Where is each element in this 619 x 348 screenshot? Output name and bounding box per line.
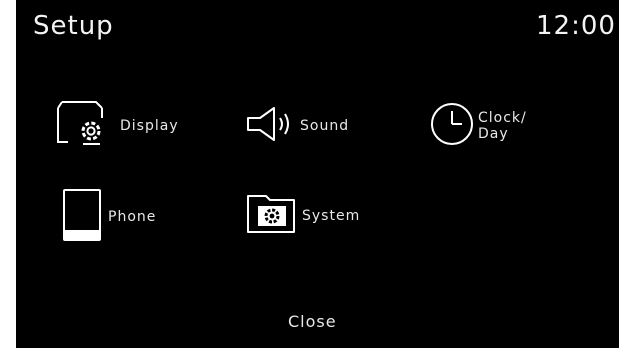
page-title: Setup: [33, 11, 114, 41]
menu-item-display[interactable]: Display: [54, 98, 179, 154]
menu-item-clock-day-label: Clock/ Day: [478, 109, 527, 142]
menu-item-sound[interactable]: Sound: [244, 104, 349, 148]
phone-icon: [58, 186, 106, 248]
menu-item-display-label: Display: [120, 117, 179, 134]
clock-display: 12:00: [536, 11, 616, 41]
speaker-icon: [244, 104, 298, 148]
display-settings-icon: [54, 98, 118, 154]
close-button[interactable]: Close: [288, 314, 337, 330]
menu-item-phone-label: Phone: [108, 208, 157, 225]
menu-item-sound-label: Sound: [300, 117, 350, 134]
menu-item-system[interactable]: System: [244, 190, 360, 242]
system-folder-icon: [244, 190, 300, 242]
menu-item-system-label: System: [302, 207, 361, 224]
clock-icon: [428, 100, 476, 152]
menu-item-clock-day[interactable]: Clock/ Day: [428, 100, 527, 152]
menu-item-phone[interactable]: Phone: [58, 186, 156, 248]
setup-screen: Setup 12:00 Display Sound Clock/ Day Pho…: [16, 0, 619, 348]
